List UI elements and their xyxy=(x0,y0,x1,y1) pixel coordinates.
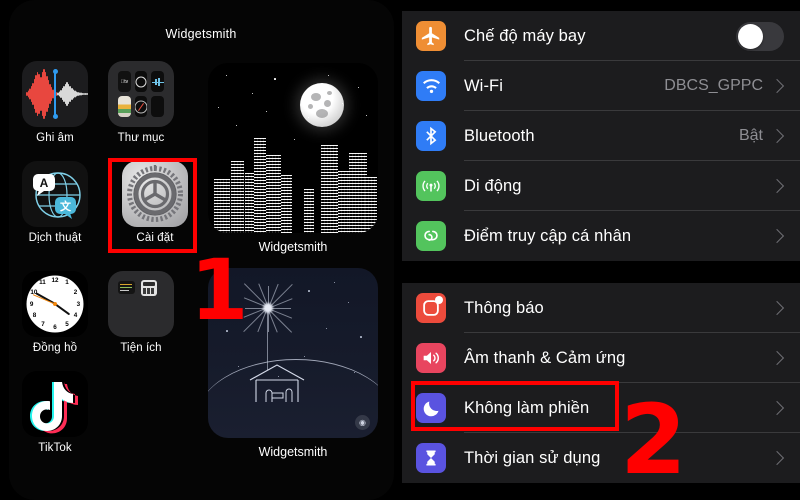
settings-row-title: Điểm truy cập cá nhân xyxy=(464,226,632,245)
bluetooth-state-value: Bật xyxy=(738,127,763,144)
settings-row-wifi[interactable]: Wi-Fi DBCS_GPPC xyxy=(402,61,800,111)
airplane-icon xyxy=(416,21,446,51)
app-label: Tiện ích xyxy=(120,342,162,354)
wifi-icon xyxy=(416,71,446,101)
sounds-haptics-icon xyxy=(416,343,446,373)
settings-panel: Chế độ máy bay Wi-Fi DBCS_GPPC Bluetooth… xyxy=(402,0,800,500)
settings-row-title: Bluetooth xyxy=(464,126,535,145)
tiktok-icon xyxy=(22,371,88,437)
app-label: Ghi âm xyxy=(36,132,74,144)
chevron-right-icon xyxy=(769,400,785,416)
notifications-icon xyxy=(416,293,446,323)
voice-memos-icon xyxy=(22,61,88,127)
clock-icon: 12 11 10 9 8 7 6 5 4 3 2 1 xyxy=(22,271,88,337)
settings-group-connectivity: Chế độ máy bay Wi-Fi DBCS_GPPC Bluetooth… xyxy=(402,11,800,261)
home-screen-panel: Widgetsmith Ghi âm tv Thư mục xyxy=(0,0,402,500)
screenshot-root: Widgetsmith Ghi âm tv Thư mục xyxy=(0,0,800,500)
settings-row-screen-time[interactable]: Thời gian sử dụng xyxy=(402,433,800,483)
app-label: TikTok xyxy=(38,442,72,454)
app-label: Đồng hồ xyxy=(32,342,78,354)
step-number-2: 2 xyxy=(620,384,687,496)
widget-label: Widgetsmith xyxy=(258,445,328,459)
utilities-folder-icon xyxy=(108,271,174,337)
chevron-right-icon xyxy=(769,128,785,144)
settings-row-title: Di động xyxy=(464,176,522,195)
chevron-right-icon xyxy=(769,178,785,194)
settings-row-cellular[interactable]: Di động xyxy=(402,161,800,211)
cellular-icon xyxy=(416,171,446,201)
bluetooth-icon xyxy=(416,121,446,151)
settings-row-notifications[interactable]: Thông báo xyxy=(402,283,800,333)
settings-row-bluetooth[interactable]: Bluetooth Bật xyxy=(402,111,800,161)
top-widget-label: Widgetsmith xyxy=(165,27,237,41)
moon-city-skyline-art xyxy=(208,63,378,233)
settings-row-title: Âm thanh & Cảm ứng xyxy=(464,348,626,367)
widget-resize-icon: ◉ xyxy=(355,415,370,430)
wifi-network-value: DBCS_GPPC xyxy=(664,77,763,94)
app-label: Dịch thuật xyxy=(28,232,82,244)
chevron-right-icon xyxy=(769,300,785,316)
app-icon-tien-ich[interactable]: Tiện ích xyxy=(98,271,184,354)
svg-text:文: 文 xyxy=(60,199,72,213)
settings-row-sounds-haptics[interactable]: Âm thanh & Cảm ứng xyxy=(402,333,800,383)
settings-row-title: Thời gian sử dụng xyxy=(464,448,601,467)
highlight-box-do-not-disturb xyxy=(411,381,619,431)
settings-row-airplane-mode[interactable]: Chế độ máy bay xyxy=(402,11,800,61)
app-label: Thư mục xyxy=(117,132,165,144)
chevron-right-icon xyxy=(769,78,785,94)
settings-row-personal-hotspot[interactable]: Điểm truy cập cá nhân xyxy=(402,211,800,261)
airplane-mode-toggle[interactable] xyxy=(736,21,784,51)
translate-icon: A 文 xyxy=(22,161,88,227)
settings-row-title: Wi-Fi xyxy=(464,76,503,95)
svg-text:A: A xyxy=(40,176,49,190)
settings-row-title: Chế độ máy bay xyxy=(464,26,586,45)
app-icon-ghi-am[interactable]: Ghi âm xyxy=(12,61,98,144)
hotspot-icon xyxy=(416,221,446,251)
chevron-right-icon xyxy=(769,450,785,466)
folder-icon: tv xyxy=(108,61,174,127)
app-icon-dong-ho[interactable]: 12 11 10 9 8 7 6 5 4 3 2 1 Đồng hồ xyxy=(12,271,98,354)
app-icon-thu-muc[interactable]: tv Thư mục xyxy=(98,61,184,144)
app-icon-tiktok[interactable]: TikTok xyxy=(12,371,98,454)
step-number-1: 1 xyxy=(190,241,249,339)
widget-widgetsmith-city[interactable]: Widgetsmith xyxy=(208,63,378,254)
chevron-right-icon xyxy=(769,228,785,244)
chevron-right-icon xyxy=(769,350,785,366)
app-icon-dich-thuat[interactable]: A 文 Dịch thuật xyxy=(12,161,98,244)
screen-time-icon xyxy=(416,443,446,473)
highlight-box-settings-app xyxy=(108,158,197,253)
settings-row-title: Thông báo xyxy=(464,298,544,317)
